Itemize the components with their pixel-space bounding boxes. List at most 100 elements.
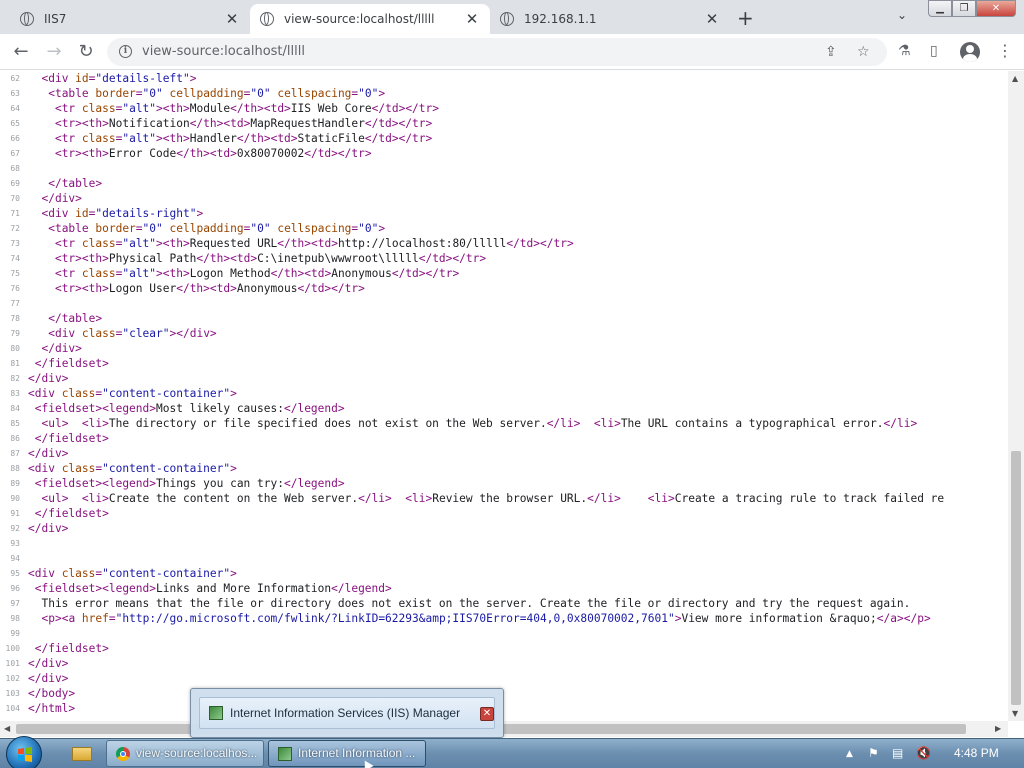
source-code: </div>	[41, 192, 82, 205]
close-window-button[interactable]: ✕	[976, 0, 1016, 17]
globe-icon	[20, 12, 34, 26]
line-number: 80	[10, 344, 20, 353]
line-number: 62	[10, 74, 20, 83]
address-text[interactable]: view-source:localhost/lllll	[142, 44, 305, 59]
file-explorer-button[interactable]	[62, 742, 102, 766]
preview-close-button[interactable]: ✕	[480, 707, 494, 721]
back-button[interactable]: ←	[10, 41, 32, 63]
side-panel-icon[interactable]: ▯	[930, 43, 938, 59]
close-tab-icon[interactable]: ✕	[704, 10, 720, 28]
source-line: 77	[0, 296, 1008, 311]
vertical-scroll-thumb[interactable]	[1011, 451, 1021, 705]
tab-iis7[interactable]: IIS7 ✕	[10, 4, 250, 34]
source-line: 86 </fieldset>	[0, 431, 1008, 446]
close-tab-icon[interactable]: ✕	[224, 10, 240, 28]
profile-avatar[interactable]	[960, 42, 980, 62]
source-line: 66 <tr class="alt"><th>Handler</th><td>S…	[0, 131, 1008, 146]
scroll-up-arrow[interactable]: ▲	[1012, 74, 1018, 83]
preview-title: Internet Information Services (IIS) Mana…	[230, 706, 461, 720]
bookmark-star-icon[interactable]: ☆	[857, 44, 870, 60]
source-line: 90 <ul> <li>Create the content on the We…	[0, 491, 1008, 506]
source-code: </fieldset>	[34, 432, 109, 445]
share-icon[interactable]: ⇪	[825, 44, 837, 60]
close-tab-icon[interactable]: ✕	[464, 10, 480, 28]
tab-strip: IIS7 ✕ view-source:localhost/lllll ✕ 192…	[0, 0, 1024, 34]
line-number: 94	[10, 554, 20, 563]
source-code: <tr class="alt"><th>Logon Method</th><td…	[54, 267, 460, 280]
source-line: 88 <div class="content-container">	[0, 461, 1008, 476]
source-line: 103 </body>	[0, 686, 1008, 701]
action-center-flag-icon[interactable]: ⚑	[868, 746, 879, 760]
minimize-button[interactable]: ▁	[928, 0, 952, 17]
line-number: 73	[10, 239, 20, 248]
source-line: 70 </div>	[0, 191, 1008, 206]
chrome-icon	[116, 746, 130, 761]
source-code: </fieldset>	[34, 357, 109, 370]
scroll-down-arrow[interactable]: ▼	[1012, 709, 1018, 718]
source-code: </div>	[28, 447, 69, 460]
network-icon[interactable]: ▤	[892, 746, 903, 760]
vertical-scrollbar[interactable]: ▲ ▼	[1008, 71, 1024, 721]
browser-toolbar: ← → ↻ i view-source:localhost/lllll ⇪ ☆ …	[0, 34, 1024, 70]
maximize-button[interactable]: ❐	[952, 0, 976, 17]
line-number: 97	[10, 599, 20, 608]
tab-router[interactable]: 192.168.1.1 ✕	[490, 4, 730, 34]
source-line: 63 <table border="0" cellpadding="0" cel…	[0, 86, 1008, 101]
source-code: <div class="content-container">	[28, 567, 237, 580]
scroll-right-arrow[interactable]: ▶	[995, 724, 1001, 733]
source-code: </table>	[48, 177, 103, 190]
source-code: </div>	[28, 522, 69, 535]
line-number: 65	[10, 119, 20, 128]
preview-item[interactable]: Internet Information Services (IIS) Mana…	[199, 697, 495, 729]
reload-button[interactable]: ↻	[75, 41, 97, 63]
line-number: 86	[10, 434, 20, 443]
line-number: 82	[10, 374, 20, 383]
tab-view-source[interactable]: view-source:localhost/lllll ✕	[250, 4, 490, 34]
source-line: 80 </div>	[0, 341, 1008, 356]
source-code: <ul> <li>Create the content on the Web s…	[41, 492, 945, 505]
line-number: 92	[10, 524, 20, 533]
line-number: 89	[10, 479, 20, 488]
source-line: 68	[0, 161, 1008, 176]
clock[interactable]: 4:48 PM	[954, 746, 999, 760]
address-bar[interactable]: i view-source:localhost/lllll ⇪ ☆	[107, 38, 887, 66]
source-code: <ul> <li>The directory or file specified…	[41, 417, 918, 430]
source-code: </fieldset>	[34, 642, 109, 655]
line-number: 98	[10, 614, 20, 623]
line-number: 74	[10, 254, 20, 263]
source-code: <div class="content-container">	[28, 462, 237, 475]
new-tab-button[interactable]: +	[737, 6, 754, 30]
source-line: 64 <tr class="alt"><th>Module</th><td>II…	[0, 101, 1008, 116]
source-line: 65 <tr><th>Notification</th><td>MapReque…	[0, 116, 1008, 131]
taskbar-item-chrome[interactable]: view-source:localhos...	[106, 740, 264, 767]
source-code: <table border="0" cellpadding="0" cellsp…	[48, 222, 386, 235]
taskbar-item-label: Internet Information ...	[298, 746, 416, 760]
line-number: 91	[10, 509, 20, 518]
source-line: 87 </div>	[0, 446, 1008, 461]
site-info-icon[interactable]: i	[119, 45, 132, 58]
taskbar-item-iis-manager[interactable]: Internet Information ...	[268, 740, 426, 767]
globe-icon	[500, 12, 514, 26]
source-code: <tr class="alt"><th>Requested URL</th><t…	[54, 237, 574, 250]
source-code: </body>	[28, 687, 76, 700]
source-code: <div id="details-left">	[41, 72, 197, 85]
menu-icon[interactable]: ⋮	[997, 41, 1013, 60]
line-number: 93	[10, 539, 20, 548]
source-line: 104 </html>	[0, 701, 1008, 716]
show-hidden-icons-button[interactable]: ▲	[846, 749, 853, 759]
scroll-left-arrow[interactable]: ◀	[4, 724, 10, 733]
start-button[interactable]	[6, 736, 42, 768]
windows-logo-icon	[18, 747, 32, 762]
taskbar-thumbnail-preview[interactable]: Internet Information Services (IIS) Mana…	[190, 688, 504, 738]
tab-search-button[interactable]: ⌄	[897, 8, 907, 22]
source-code: <table border="0" cellpadding="0" cellsp…	[48, 87, 386, 100]
horizontal-scrollbar[interactable]: ◀ ▶	[0, 721, 1008, 737]
source-code: <tr class="alt"><th>Module</th><td>IIS W…	[54, 102, 439, 115]
line-number: 77	[10, 299, 20, 308]
volume-muted-icon[interactable]: 🔇	[916, 746, 931, 760]
line-number: 76	[10, 284, 20, 293]
source-line: 89 <fieldset><legend>Things you can try:…	[0, 476, 1008, 491]
iis-manager-icon	[209, 706, 223, 720]
extensions-icon[interactable]: ⚗	[898, 43, 911, 59]
forward-button[interactable]: →	[43, 41, 65, 63]
